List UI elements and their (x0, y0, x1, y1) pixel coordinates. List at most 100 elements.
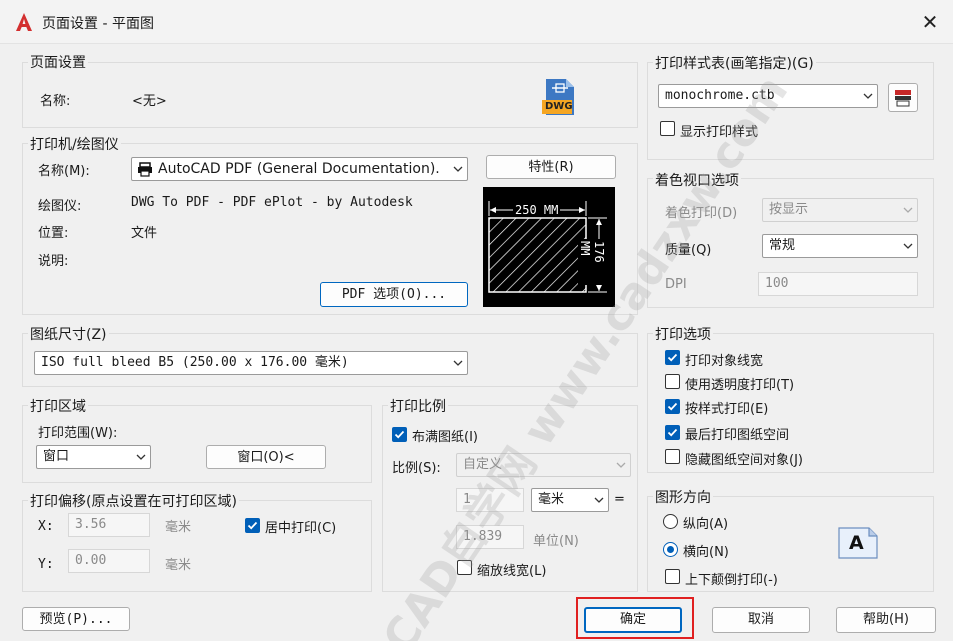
checkmark-icon (394, 430, 405, 439)
dwg-file-icon: DWG (542, 78, 576, 116)
hide-paperspace-objects-checkbox[interactable] (665, 449, 680, 464)
show-plot-styles-checkbox[interactable] (660, 121, 675, 136)
quality-value: 常规 (769, 238, 796, 253)
plot-style-value: monochrome.ctb (665, 88, 775, 103)
dpi-value: 100 (765, 276, 789, 291)
quality-select[interactable]: 常规 (762, 234, 918, 258)
plot-paperspace-last-checkbox[interactable] (665, 425, 680, 440)
plot-offset-title: 打印偏移(原点设置在可打印区域) (28, 491, 239, 511)
cancel-button[interactable]: 取消 (712, 607, 810, 633)
location-value: 文件 (131, 226, 158, 241)
autocad-logo-icon (16, 13, 32, 31)
fit-paper-checkbox[interactable] (392, 427, 407, 442)
close-icon[interactable]: ✕ (918, 10, 942, 34)
checkmark-icon (667, 428, 678, 437)
dwg-icon-text: DWG (545, 101, 573, 112)
chevron-down-icon (453, 360, 463, 366)
orientation-icon-letter: A (849, 532, 864, 554)
plot-style-editor-icon (895, 90, 911, 107)
ok-button[interactable]: 确定 (584, 607, 682, 633)
scale-select[interactable]: 自定义 (456, 453, 631, 477)
checkmark-icon (667, 353, 678, 362)
plotter-select-value: AutoCAD PDF (General Documentation). (158, 161, 440, 177)
chevron-down-icon (136, 454, 146, 460)
shade-plot-value: 按显示 (769, 202, 809, 217)
portrait-label: 纵向(A) (683, 517, 729, 532)
plot-paperspace-last-label: 最后打印图纸空间 (685, 428, 790, 443)
center-plot-label: 居中打印(C) (265, 521, 337, 536)
plot-scale-title: 打印比例 (388, 396, 448, 416)
plot-with-styles-label: 按样式打印(E) (685, 402, 769, 417)
checkmark-icon (667, 402, 678, 411)
plot-lineweights-checkbox[interactable] (665, 350, 680, 365)
preview-height-label: 176 MM (578, 239, 606, 285)
scale-denominator-input[interactable]: 1.839 (456, 525, 524, 549)
offset-y-input[interactable]: 0.00 (68, 549, 150, 573)
chevron-down-icon (616, 462, 626, 468)
offset-y-label: Y: (38, 557, 54, 572)
scale-value: 自定义 (463, 457, 503, 472)
show-plot-styles-label: 显示打印样式 (680, 125, 759, 140)
landscape-orientation-icon: A (838, 527, 878, 559)
paper-size-select[interactable]: ISO full bleed B5 (250.00 x 176.00 毫米) (34, 351, 468, 375)
portrait-radio[interactable] (663, 514, 678, 529)
plotter-title: 打印机/绘图仪 (28, 134, 121, 154)
plot-range-select[interactable]: 窗口 (36, 445, 151, 469)
upside-down-label: 上下颠倒打印(-) (685, 573, 778, 588)
page-setup-name-label: 名称: (40, 94, 71, 109)
paper-size-value: ISO full bleed B5 (250.00 x 176.00 毫米) (41, 355, 349, 370)
pdf-options-label: PDF 选项(O)... (341, 287, 447, 302)
plot-range-value: 窗口 (43, 449, 70, 464)
dpi-label: DPI (665, 277, 687, 292)
pdf-options-button[interactable]: PDF 选项(O)... (320, 282, 468, 307)
scale-lineweights-checkbox[interactable] (457, 560, 472, 575)
properties-button[interactable]: 特性(R) (486, 155, 616, 179)
plot-lineweights-label: 打印对象线宽 (685, 354, 764, 369)
checkmark-icon (247, 521, 258, 530)
plot-style-title: 打印样式表(画笔指定)(G) (653, 53, 816, 73)
page-setup-title: 页面设置 (28, 52, 88, 72)
offset-x-value: 3.56 (75, 517, 107, 532)
scale-lineweights-label: 缩放线宽(L) (477, 564, 547, 579)
plotter-label: 绘图仪: (38, 199, 82, 214)
paper-size-title: 图纸尺寸(Z) (28, 324, 109, 344)
landscape-label: 横向(N) (683, 545, 729, 560)
dpi-input[interactable]: 100 (758, 272, 918, 296)
preview-width-label: 250 MM (513, 203, 561, 217)
chevron-down-icon (903, 243, 913, 249)
scale-numerator-value: 1 (463, 492, 471, 507)
offset-x-input[interactable]: 3.56 (68, 513, 150, 537)
plotter-value: DWG To PDF - PDF ePlot - by Autodesk (131, 195, 413, 210)
chevron-down-icon (594, 497, 604, 503)
center-plot-checkbox[interactable] (245, 518, 260, 533)
plot-range-label: 打印范围(W): (38, 426, 118, 441)
plotter-select[interactable]: AutoCAD PDF (General Documentation). (131, 157, 468, 181)
scale-numerator-input[interactable]: 1 (456, 488, 524, 512)
offset-y-unit: 毫米 (165, 558, 192, 573)
hide-paperspace-objects-label: 隐藏图纸空间对象(J) (685, 453, 803, 468)
equals-sign: = (614, 492, 625, 507)
printer-icon (138, 162, 152, 177)
scale-label: 比例(S): (392, 461, 441, 476)
plot-style-select[interactable]: monochrome.ctb (658, 84, 878, 108)
paper-preview: 250 MM 176 MM (483, 187, 615, 307)
window-pick-button[interactable]: 窗口(O)< (206, 445, 326, 469)
edit-plot-style-button[interactable] (888, 83, 918, 112)
preview-button[interactable]: 预览(P)... (22, 607, 130, 631)
chevron-down-icon (903, 207, 913, 213)
upside-down-checkbox[interactable] (665, 569, 680, 584)
shade-plot-select[interactable]: 按显示 (762, 198, 918, 222)
shaded-viewport-title: 着色视口选项 (653, 170, 741, 190)
scale-denominator-value: 1.839 (463, 529, 503, 544)
shade-plot-label: 着色打印(D) (665, 206, 738, 221)
scale-unit-value: 毫米 (538, 492, 565, 507)
help-button[interactable]: 帮助(H) (836, 607, 936, 633)
window-title: 页面设置 - 平面图 (42, 16, 154, 32)
landscape-radio[interactable] (663, 542, 678, 557)
scale-unit-label: 单位(N) (533, 534, 579, 549)
plot-transparency-checkbox[interactable] (665, 374, 680, 389)
plot-area-title: 打印区域 (28, 396, 88, 416)
scale-unit-select[interactable]: 毫米 (531, 488, 609, 512)
chevron-down-icon (863, 93, 873, 99)
plot-with-styles-checkbox[interactable] (665, 399, 680, 414)
